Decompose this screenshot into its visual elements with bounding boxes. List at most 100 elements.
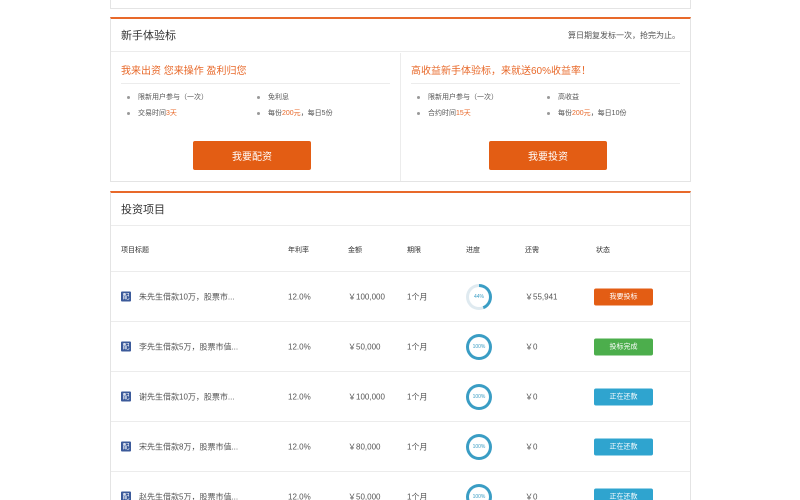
progress-label: 100% [469, 486, 489, 500]
rate-cell: 12.0% [288, 342, 311, 351]
col-header-title: 项目标题 [121, 247, 149, 254]
col-header-status: 状态 [596, 247, 610, 254]
project-title-cell[interactable]: 配李先生借款5万，股票市值... [121, 341, 238, 352]
feature-item: 限新用户参与（一次） [127, 92, 257, 102]
status-button[interactable]: 正在还款 [594, 388, 653, 405]
project-title-cell[interactable]: 配赵先生借款5万，股票市值... [121, 491, 238, 500]
borrow-button[interactable]: 我要配资 [193, 141, 311, 170]
progress-label: 44% [469, 286, 489, 307]
term-cell: 1个月 [407, 392, 428, 401]
feature-item: 每份 200元 ，每日10份 [547, 108, 677, 118]
feature-text-post: ，每日5份 [300, 110, 333, 117]
feature-text-hl: 200元 [572, 110, 591, 117]
feature-text-hl: 3天 [166, 110, 177, 117]
feature-item: 限新用户参与（一次） [417, 92, 547, 102]
bullet-icon [547, 95, 550, 99]
repaid-cell: ￥0 [525, 342, 538, 351]
feature-item: 高收益 [547, 92, 677, 102]
status-button[interactable]: 我要投标 [594, 288, 653, 305]
col-header-amount: 金额 [348, 247, 362, 254]
amount-cell: ￥50,000 [348, 492, 381, 500]
novice-panel-title: 新手体验标 [121, 30, 176, 42]
repaid-cell: ￥55,941 [525, 292, 558, 301]
rate-cell: 12.0% [288, 292, 311, 301]
projects-header: 投资项目 [111, 193, 690, 226]
project-title[interactable]: 李先生借款5万，股票市值... [139, 342, 238, 351]
col-header-repaid: 还需 [525, 247, 539, 254]
bullet-icon [417, 95, 420, 99]
project-title-cell[interactable]: 配朱先生借款10万，股票市... [121, 291, 235, 302]
invest-button[interactable]: 我要投资 [489, 141, 607, 170]
bullet-icon [417, 111, 420, 115]
feature-text-pre: 限新用户参与（一次） [428, 94, 498, 101]
repaid-cell: ￥0 [525, 392, 538, 401]
novice-left-column: 我来出资 您来操作 盈利归您 限新用户参与（一次） 免利息交易时间 3天 每份 200元… [111, 53, 400, 181]
novice-right-features: 限新用户参与（一次） 高收益合约时间 15天 每份 200元 ，每日10份 [411, 92, 680, 118]
project-title-cell[interactable]: 配谢先生借款10万，股票市... [121, 391, 235, 402]
feature-text-pre: 每份 [268, 110, 282, 117]
project-title[interactable]: 宋先生借款8万，股票市值... [139, 442, 238, 451]
loan-type-icon: 配 [121, 341, 131, 352]
novice-trial-panel: 新手体验标 算日期复发标一次，抢完为止。 我来出资 您来操作 盈利归您 限新用户… [110, 17, 691, 182]
feature-text-pre: 限新用户参与（一次） [138, 94, 208, 101]
amount-cell: ￥50,000 [348, 342, 381, 351]
table-row[interactable]: 配宋先生借款8万，股票市值... 12.0% ￥80,000 1个月 ￥0 100% 正在还… [111, 422, 690, 472]
rate-cell: 12.0% [288, 442, 311, 451]
col-header-progress: 进度 [466, 247, 480, 254]
feature-text-pre: 每份 [558, 110, 572, 117]
amount-cell: ￥100,000 [348, 292, 385, 301]
projects-table-body: 配朱先生借款10万，股票市... 12.0% ￥100,000 1个月 ￥55,941 4… [111, 272, 690, 500]
term-cell: 1个月 [407, 442, 428, 451]
bullet-icon [547, 111, 550, 115]
bullet-icon [257, 95, 260, 99]
status-button[interactable]: 正在还款 [594, 488, 653, 500]
col-header-term: 期限 [407, 247, 421, 254]
feature-text-pre: 合约时间 [428, 110, 456, 117]
novice-right-title: 高收益新手体验标，来就送60%收益率！ [411, 62, 680, 84]
rate-cell: 12.0% [288, 492, 311, 500]
progress-ring: 100% [466, 333, 492, 360]
project-title[interactable]: 谢先生借款10万，股票市... [139, 392, 235, 401]
table-row[interactable]: 配谢先生借款10万，股票市... 12.0% ￥100,000 1个月 ￥0 100% 正在… [111, 372, 690, 422]
bullet-icon [257, 111, 260, 115]
loan-type-icon: 配 [121, 391, 131, 402]
loan-type-icon: 配 [121, 491, 131, 500]
status-button[interactable]: 投标完成 [594, 338, 653, 355]
progress-label: 100% [469, 386, 489, 407]
project-title[interactable]: 朱先生借款10万，股票市... [139, 292, 235, 301]
bullet-icon [127, 95, 130, 99]
term-cell: 1个月 [407, 492, 428, 500]
feature-text-hl: 15天 [456, 110, 471, 117]
novice-left-features: 限新用户参与（一次） 免利息交易时间 3天 每份 200元 ，每日5份 [121, 92, 390, 118]
project-title[interactable]: 赵先生借款5万，股票市值... [139, 492, 238, 500]
progress-ring: 44% [466, 283, 492, 310]
loan-type-icon: 配 [121, 441, 131, 452]
term-cell: 1个月 [407, 292, 428, 301]
progress-ring: 100% [466, 383, 492, 410]
feature-text-hl: 200元 [282, 110, 301, 117]
rate-cell: 12.0% [288, 392, 311, 401]
table-row[interactable]: 配赵先生借款5万，股票市值... 12.0% ￥50,000 1个月 ￥0 100% 正在还… [111, 472, 690, 500]
progress-label: 100% [469, 336, 489, 357]
progress-label: 100% [469, 436, 489, 457]
novice-panel-note: 算日期复发标一次，抢完为止。 [568, 30, 680, 40]
bullet-icon [127, 111, 130, 115]
status-button[interactable]: 正在还款 [594, 438, 653, 455]
top-panel-stub [110, 0, 691, 9]
feature-text-pre: 免利息 [268, 94, 289, 101]
feature-text-post: ，每日10份 [590, 110, 627, 117]
table-row[interactable]: 配李先生借款5万，股票市值... 12.0% ￥50,000 1个月 ￥0 100% 投标完… [111, 322, 690, 372]
progress-ring: 100% [466, 433, 492, 460]
feature-item: 免利息 [257, 92, 387, 102]
term-cell: 1个月 [407, 342, 428, 351]
feature-text-pre: 高收益 [558, 94, 579, 101]
amount-cell: ￥100,000 [348, 392, 385, 401]
project-title-cell[interactable]: 配宋先生借款8万，股票市值... [121, 441, 238, 452]
table-row[interactable]: 配朱先生借款10万，股票市... 12.0% ￥100,000 1个月 ￥55,941 4… [111, 272, 690, 322]
progress-ring: 100% [466, 483, 492, 500]
projects-title: 投资项目 [121, 204, 165, 216]
novice-left-title: 我来出资 您来操作 盈利归您 [121, 62, 390, 84]
feature-text-pre: 交易时间 [138, 110, 166, 117]
repaid-cell: ￥0 [525, 492, 538, 500]
feature-item: 每份 200元 ，每日5份 [257, 108, 387, 118]
